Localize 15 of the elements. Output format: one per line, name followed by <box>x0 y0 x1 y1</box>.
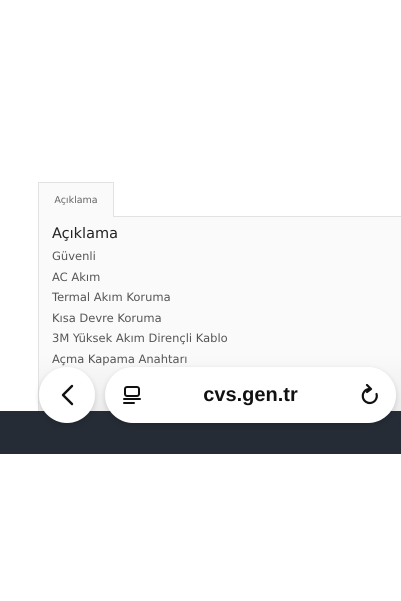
reload-icon <box>360 384 380 406</box>
reload-button[interactable] <box>360 384 380 406</box>
feature-item: AC Akım <box>52 268 100 286</box>
feature-item: Güvenli <box>52 248 96 265</box>
url-text: cvs.gen.tr <box>203 384 298 406</box>
page-menu-button[interactable] <box>123 385 141 405</box>
feature-item: Kısa Devre Koruma <box>52 310 162 326</box>
panel-heading: Açıklama <box>52 226 119 242</box>
chevron-left-icon <box>60 384 74 406</box>
address-bar[interactable]: cvs.gen.tr <box>105 367 396 423</box>
tab[interactable]: Açıklama <box>38 182 114 217</box>
feature-item: Açma Kapama Anahtarı <box>52 350 188 368</box>
feature-item: 3M Yüksek Akım Dirençli Kablo <box>52 330 228 347</box>
page-menu-icon <box>123 385 141 405</box>
feature-item: Termal Akım Koruma <box>52 289 171 306</box>
